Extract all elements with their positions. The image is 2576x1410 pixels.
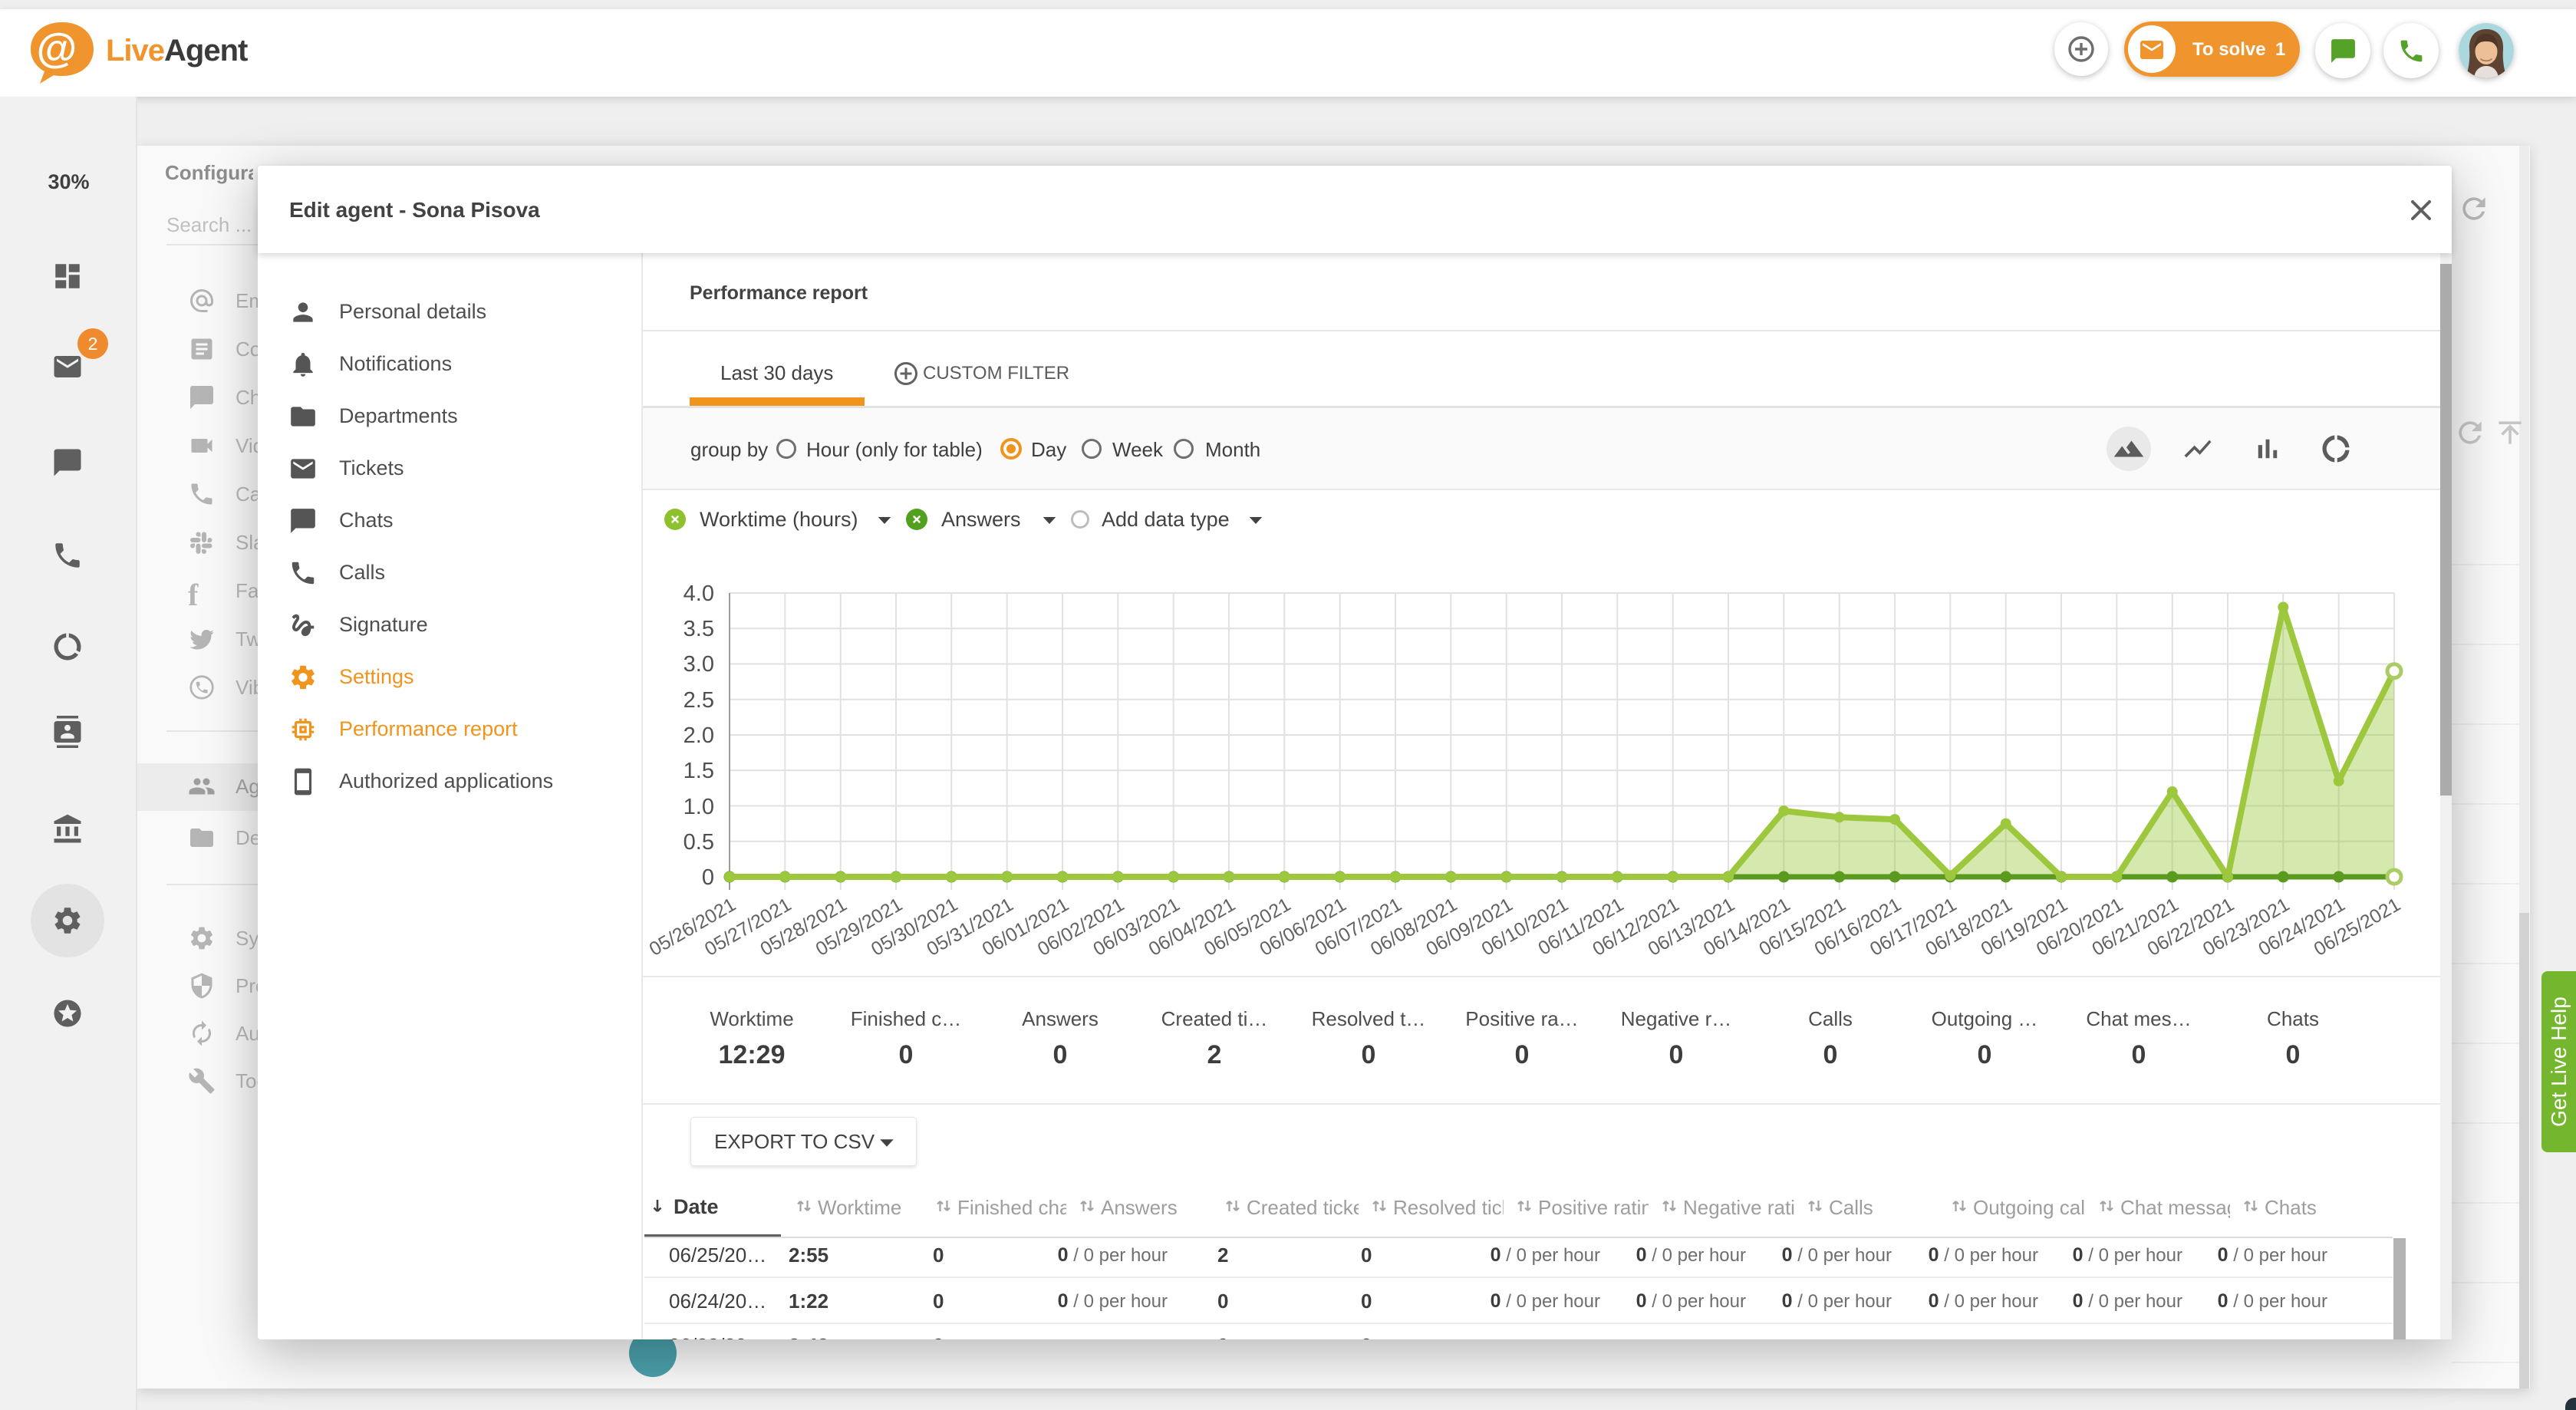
svg-text:1.0: 1.0 <box>684 795 714 819</box>
svg-text:@: @ <box>37 25 77 71</box>
svg-text:3.0: 3.0 <box>684 652 714 677</box>
svg-text:2.5: 2.5 <box>684 688 714 713</box>
svg-text:0: 0 <box>702 865 714 890</box>
svg-text:1.5: 1.5 <box>684 759 714 783</box>
svg-text:3.5: 3.5 <box>684 617 714 641</box>
svg-text:0.5: 0.5 <box>684 830 714 855</box>
svg-text:2.0: 2.0 <box>684 723 714 748</box>
svg-text:4.0: 4.0 <box>684 581 714 606</box>
